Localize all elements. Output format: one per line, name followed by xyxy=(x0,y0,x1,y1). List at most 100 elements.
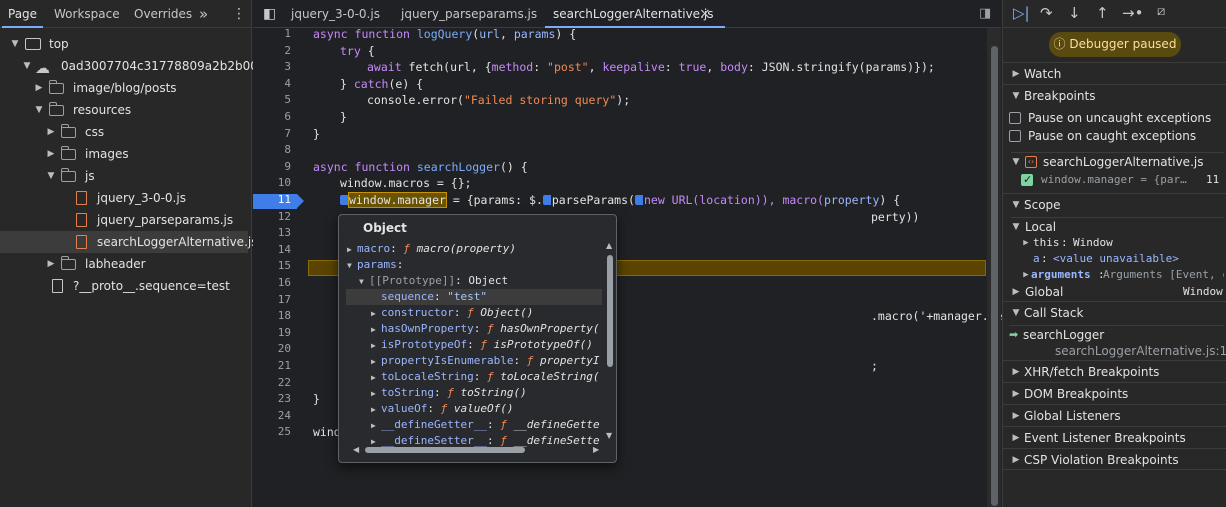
line-number[interactable]: 9 xyxy=(253,159,291,176)
close-tab-icon[interactable]: × xyxy=(699,0,711,28)
section-breakpoints[interactable]: ▼ Breakpoints xyxy=(1003,84,1226,106)
section-dom-breakpoints[interactable]: ▶ DOM Breakpoints xyxy=(1003,382,1226,404)
menu-icon[interactable]: ⋮ xyxy=(232,0,246,28)
tree-item-css[interactable]: ▶ css xyxy=(0,121,251,143)
collapse-icon[interactable]: ▶ xyxy=(371,402,381,418)
line-number[interactable]: 5 xyxy=(253,92,291,109)
line-number[interactable]: 4 xyxy=(253,76,291,93)
expand-icon[interactable]: ▼ xyxy=(46,165,56,187)
tab-page[interactable]: Page xyxy=(1,0,44,28)
object-property-row[interactable]: sequence: "test" xyxy=(346,289,602,305)
editor-scrollbar-thumb[interactable] xyxy=(991,46,998,506)
object-property-row[interactable]: ▶ valueOf: ƒ valueOf() xyxy=(347,401,513,417)
scroll-right-icon[interactable]: ▶ xyxy=(593,445,599,454)
section-call-stack[interactable]: ▼ Call Stack xyxy=(1003,301,1226,323)
expand-icon[interactable]: ▼ xyxy=(34,99,44,121)
object-property-row[interactable]: ▼ params: xyxy=(347,257,403,273)
step-icon[interactable]: →• xyxy=(1122,4,1143,22)
collapse-icon[interactable]: ▶ xyxy=(347,242,357,258)
section-global-listeners[interactable]: ▶ Global Listeners xyxy=(1003,404,1226,426)
line-number[interactable]: 24 xyxy=(253,408,291,425)
breakpoint-checkbox[interactable] xyxy=(1021,171,1033,189)
scope-local[interactable]: ▼ Local xyxy=(1011,217,1224,235)
collapse-icon[interactable]: ▶ xyxy=(34,77,44,99)
breakpoint-file-group[interactable]: ▼ ‹› searchLoggerAlternative.js xyxy=(1011,152,1224,170)
line-number[interactable]: 12 xyxy=(253,209,291,226)
call-frame[interactable]: ➡ searchLogger searchLoggerAlternative.j… xyxy=(1009,325,1226,359)
pause-caught-option[interactable]: Pause on caught exceptions xyxy=(1009,127,1224,145)
line-number[interactable]: 15 xyxy=(253,258,291,275)
popover-horizontal-scrollbar[interactable]: ◀ ▶ xyxy=(353,445,601,455)
hovered-expression[interactable]: window.manager xyxy=(348,192,447,208)
inline-breakpoint-icon[interactable] xyxy=(634,195,643,205)
line-number[interactable]: 14 xyxy=(253,242,291,259)
tree-item-js[interactable]: ▼ js xyxy=(0,165,251,187)
tree-item-jquery-3-0-0[interactable]: jquery_3-0-0.js xyxy=(0,187,251,209)
breakpoint-entry[interactable]: window.manager = {par… 11 xyxy=(1021,171,1224,189)
line-number[interactable]: 18 xyxy=(253,308,291,325)
step-out-icon[interactable]: ↑ xyxy=(1096,4,1109,22)
tree-item-jquery-parseparams[interactable]: jquery_parseparams.js xyxy=(0,209,251,231)
line-number[interactable]: 3 xyxy=(253,59,291,76)
line-number[interactable]: 16 xyxy=(253,275,291,292)
collapse-icon[interactable]: ▶ xyxy=(371,370,381,386)
inline-breakpoint-icon[interactable] xyxy=(340,195,348,205)
deactivate-breakpoints-icon[interactable]: ⧄ xyxy=(1157,4,1165,19)
expand-icon[interactable]: ▼ xyxy=(347,258,357,274)
toggle-debugger-icon[interactable]: ◨ xyxy=(979,0,991,28)
line-number[interactable]: 19 xyxy=(253,325,291,342)
line-number[interactable]: 11 xyxy=(253,192,291,209)
line-number[interactable]: 17 xyxy=(253,292,291,309)
resume-icon[interactable]: ▷| xyxy=(1013,4,1030,22)
more-tabs-icon[interactable]: » xyxy=(199,0,208,28)
tree-item-image-blog-posts[interactable]: ▶ image/blog/posts xyxy=(0,77,251,99)
step-over-icon[interactable]: ↷ xyxy=(1040,4,1053,22)
line-number[interactable]: 2 xyxy=(253,43,291,60)
object-property-row[interactable]: ▶ __defineGetter__: ƒ __defineGette xyxy=(347,417,600,433)
section-csp-violation-breakpoints[interactable]: ▶ CSP Violation Breakpoints xyxy=(1003,448,1226,470)
tree-item-top[interactable]: ▼ top xyxy=(0,33,251,55)
line-number[interactable]: 21 xyxy=(253,358,291,375)
line-number[interactable]: 20 xyxy=(253,341,291,358)
line-number[interactable]: 6 xyxy=(253,109,291,126)
toggle-navigator-icon[interactable]: ◧ xyxy=(263,0,276,28)
popover-horizontal-thumb[interactable] xyxy=(365,447,525,453)
collapse-icon[interactable]: ▶ xyxy=(371,306,381,322)
editor-scrollbar[interactable] xyxy=(987,28,1001,507)
collapse-icon[interactable]: ▶ xyxy=(46,253,56,275)
line-number[interactable]: 7 xyxy=(253,126,291,143)
object-property-row[interactable]: ▶ hasOwnProperty: ƒ hasOwnProperty( xyxy=(347,321,600,337)
collapse-icon[interactable]: ▶ xyxy=(371,338,381,354)
scope-global[interactable]: ▶ Global Window xyxy=(1011,283,1224,301)
collapse-icon[interactable]: ▶ xyxy=(46,121,56,143)
tab-jquery-3-0-0[interactable]: jquery_3-0-0.js xyxy=(291,0,380,28)
pause-uncaught-checkbox[interactable] xyxy=(1009,112,1021,124)
tree-item-searchloggeralternative[interactable]: searchLoggerAlternative.js xyxy=(0,231,257,253)
tab-workspace[interactable]: Workspace xyxy=(54,0,120,28)
scope-arguments[interactable]: ▶ arguments: Arguments [Event, c xyxy=(1021,266,1224,284)
line-number[interactable]: 8 xyxy=(253,142,291,159)
collapse-icon[interactable]: ▶ xyxy=(371,354,381,370)
expand-icon[interactable]: ▼ xyxy=(22,55,32,77)
tree-item-resources[interactable]: ▼ resources xyxy=(0,99,251,121)
scroll-down-icon[interactable]: ▼ xyxy=(606,431,612,440)
section-scope[interactable]: ▼ Scope xyxy=(1003,193,1226,215)
scroll-up-icon[interactable]: ▲ xyxy=(606,241,612,250)
line-number[interactable]: 1 xyxy=(253,26,291,43)
object-preview-popover[interactable]: Object ▶ macro: ƒ macro(property) ▼ params:… xyxy=(338,214,617,463)
line-number[interactable]: 25 xyxy=(253,424,291,441)
line-number[interactable]: 10 xyxy=(253,175,291,192)
line-number[interactable]: 22 xyxy=(253,375,291,392)
tab-searchloggeralternative[interactable]: searchLoggerAlternative.js xyxy=(544,0,726,28)
expand-icon[interactable]: ▼ xyxy=(10,33,20,55)
tree-item-proto-query[interactable]: ?__proto__.sequence=test xyxy=(0,275,251,297)
collapse-icon[interactable]: ▶ xyxy=(371,386,381,402)
tree-item-domain[interactable]: ▼ ☁ 0ad3007704c31778809a2b2b00... xyxy=(0,55,270,77)
object-property-row[interactable]: ▶ macro: ƒ macro(property) xyxy=(347,241,516,257)
popover-vertical-thumb[interactable] xyxy=(607,255,613,367)
pause-uncaught-option[interactable]: Pause on uncaught exceptions xyxy=(1009,109,1224,127)
collapse-icon[interactable]: ▶ xyxy=(46,143,56,165)
inline-breakpoint-icon[interactable] xyxy=(542,195,551,205)
tree-item-images[interactable]: ▶ images xyxy=(0,143,251,165)
section-watch[interactable]: ▶ Watch xyxy=(1003,62,1226,84)
